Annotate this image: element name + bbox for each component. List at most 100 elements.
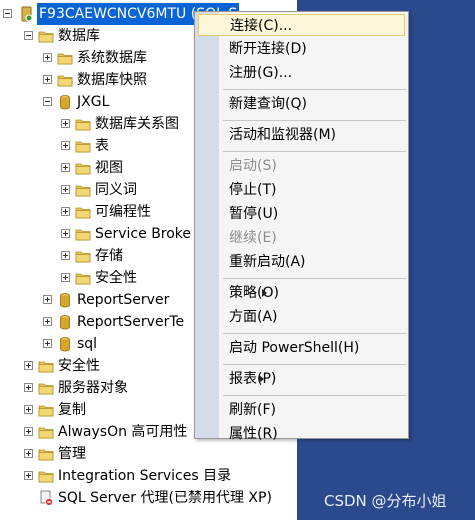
expand-toggle[interactable] xyxy=(43,317,52,326)
menu-item[interactable]: 刷新(F) xyxy=(229,399,276,421)
tree-node-label[interactable]: 安全性 xyxy=(95,267,137,289)
folder-icon xyxy=(38,380,54,396)
tree-node-label[interactable]: ReportServer xyxy=(77,289,169,311)
expand-toggle[interactable] xyxy=(24,449,33,458)
folder-icon xyxy=(75,204,91,220)
tree-node[interactable]: 管理 xyxy=(0,443,297,465)
tree-node-label[interactable]: ReportServerTe xyxy=(77,311,184,333)
tree-node-label[interactable]: 管理 xyxy=(58,443,86,465)
tree-node-label[interactable]: 同义词 xyxy=(95,179,137,201)
menu-item[interactable]: 方面(A) xyxy=(229,306,278,328)
tree-node-label[interactable]: Service Broke xyxy=(95,223,191,245)
menu-item-label: 策略(O) xyxy=(229,285,279,301)
menu-item[interactable]: 策略(O) xyxy=(229,282,279,304)
tree-node-label[interactable]: 表 xyxy=(95,135,109,157)
folder-icon xyxy=(75,270,91,286)
folder-icon xyxy=(75,182,91,198)
menu-item: 继续(E) xyxy=(229,227,277,249)
menu-item-label: 新建查询(Q) xyxy=(229,96,307,112)
expand-toggle[interactable] xyxy=(24,383,33,392)
tree-node-label[interactable]: 可编程性 xyxy=(95,201,151,223)
expand-toggle[interactable] xyxy=(43,339,52,348)
expand-toggle[interactable] xyxy=(61,229,70,238)
folder-icon xyxy=(38,28,54,44)
menu-item[interactable]: 新建查询(Q) xyxy=(229,93,307,115)
menu-item[interactable]: 停止(T) xyxy=(229,179,276,201)
menu-item-label: 继续(E) xyxy=(229,230,277,246)
tree-node-label[interactable]: 数据库快照 xyxy=(77,69,147,91)
folder-icon xyxy=(75,248,91,264)
tree-node-label[interactable]: 系统数据库 xyxy=(77,47,147,69)
menu-gutter xyxy=(195,12,219,438)
expand-toggle[interactable] xyxy=(24,471,33,480)
expand-toggle[interactable] xyxy=(43,295,52,304)
database-icon xyxy=(57,94,73,110)
expand-toggle[interactable] xyxy=(43,53,52,62)
tree-node-label[interactable]: 复制 xyxy=(58,399,86,421)
database-icon xyxy=(57,314,73,330)
expand-toggle[interactable] xyxy=(61,251,70,260)
submenu-arrow-icon xyxy=(259,375,265,383)
menu-item[interactable]: 活动和监视器(M) xyxy=(229,124,336,146)
menu-item-label: 连接(C)... xyxy=(230,18,293,34)
menu-separator xyxy=(223,395,406,396)
menu-item[interactable]: 启动 PowerShell(H) xyxy=(229,337,359,359)
menu-item-label: 属性(R) xyxy=(229,426,278,442)
menu-separator xyxy=(223,333,406,334)
tree-node[interactable]: SQL Server 代理(已禁用代理 XP) xyxy=(0,487,297,509)
menu-item-label: 方面(A) xyxy=(229,309,278,325)
menu-separator xyxy=(223,278,406,279)
folder-icon xyxy=(75,116,91,132)
watermark: CSDN @分布小姐 xyxy=(324,492,447,510)
expand-toggle[interactable] xyxy=(61,185,70,194)
menu-item[interactable]: 连接(C)... xyxy=(198,14,405,36)
menu-item-label: 启动 PowerShell(H) xyxy=(229,340,360,356)
expand-toggle[interactable] xyxy=(61,119,70,128)
tree-node-label[interactable]: 存储 xyxy=(95,245,123,267)
expand-toggle[interactable] xyxy=(61,273,70,282)
tree-node-label[interactable]: JXGL xyxy=(77,91,109,113)
folder-icon xyxy=(57,72,73,88)
tree-node-label[interactable]: 服务器对象 xyxy=(58,377,128,399)
context-menu[interactable]: 连接(C)... 断开连接(D) 注册(G)... 新建查询(Q) 活动和监视器(M) 启… xyxy=(194,11,409,442)
tree-node-label[interactable]: sql xyxy=(77,333,97,355)
menu-item[interactable]: 重新启动(A) xyxy=(229,251,306,273)
submenu-arrow-icon xyxy=(261,289,267,297)
expand-toggle[interactable] xyxy=(24,405,33,414)
tree-node-label[interactable]: 数据库 xyxy=(58,25,100,47)
expand-toggle[interactable] xyxy=(61,141,70,150)
expand-toggle[interactable] xyxy=(24,361,33,370)
collapse-toggle[interactable] xyxy=(3,9,12,18)
expand-toggle[interactable] xyxy=(61,207,70,216)
tree-node-label[interactable]: 数据库关系图 xyxy=(95,113,179,135)
folder-icon xyxy=(38,468,54,484)
menu-item-label: 报表(P) xyxy=(229,371,277,387)
menu-item[interactable]: 属性(R) xyxy=(229,423,278,445)
tree-node-label[interactable]: 安全性 xyxy=(58,355,100,377)
collapse-toggle[interactable] xyxy=(24,31,33,40)
menu-item[interactable]: 注册(G)... xyxy=(229,62,292,84)
expand-toggle[interactable] xyxy=(61,163,70,172)
database-icon xyxy=(57,336,73,352)
agent-icon xyxy=(38,490,54,506)
folder-icon xyxy=(38,358,54,374)
folder-icon xyxy=(57,50,73,66)
tree-node-label[interactable]: Integration Services 目录 xyxy=(58,465,231,487)
menu-item-label: 刷新(F) xyxy=(229,402,276,418)
folder-icon xyxy=(75,160,91,176)
menu-item[interactable]: 断开连接(D) xyxy=(229,38,307,60)
expand-toggle[interactable] xyxy=(43,75,52,84)
menu-separator xyxy=(223,151,406,152)
collapse-toggle[interactable] xyxy=(43,97,52,106)
tree-node[interactable]: Integration Services 目录 xyxy=(0,465,297,487)
menu-item[interactable]: 报表(P) xyxy=(229,368,276,390)
menu-item-label: 重新启动(A) xyxy=(229,254,306,270)
menu-item-label: 断开连接(D) xyxy=(229,41,307,57)
menu-item-label: 暂停(U) xyxy=(229,206,279,222)
tree-node-label[interactable]: AlwaysOn 高可用性 xyxy=(58,421,187,443)
menu-item[interactable]: 暂停(U) xyxy=(229,203,278,225)
expand-toggle[interactable] xyxy=(24,427,33,436)
tree-node-label[interactable]: SQL Server 代理(已禁用代理 XP) xyxy=(58,487,272,509)
tree-node-label[interactable]: 视图 xyxy=(95,157,123,179)
folder-icon xyxy=(38,424,54,440)
